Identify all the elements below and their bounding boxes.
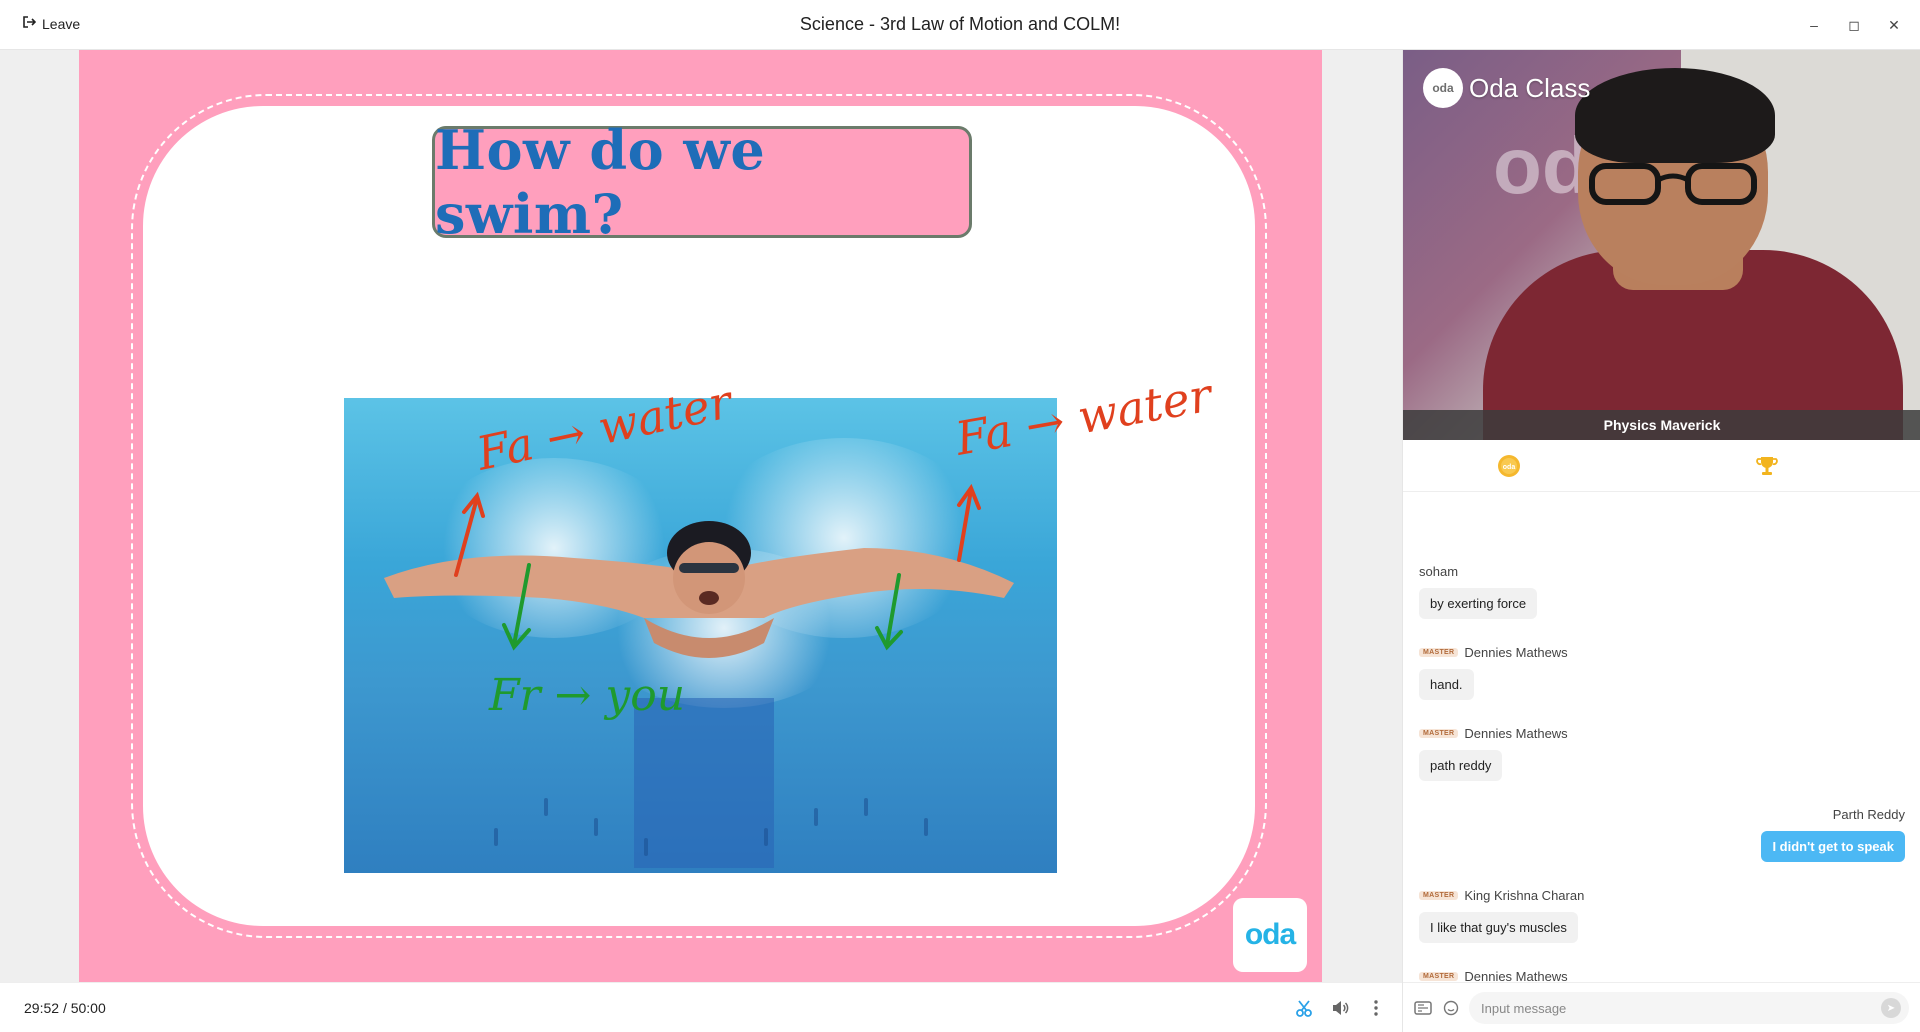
timer-separator: / xyxy=(62,1000,67,1016)
timer-total: 50:00 xyxy=(70,1000,106,1016)
oda-logo-mark: oda xyxy=(1423,68,1463,108)
trophy-icon[interactable] xyxy=(1753,452,1781,480)
video-logo: oda Oda Class xyxy=(1423,68,1590,108)
send-icon: ➤ xyxy=(1886,1002,1896,1014)
oda-badge-text: oda xyxy=(1244,918,1296,951)
session-timer: 29:52 / 50:00 xyxy=(24,1000,106,1016)
message-bubble: I like that guy's muscles xyxy=(1419,912,1578,943)
coin-icon[interactable]: oda xyxy=(1495,452,1523,480)
svg-text:oda: oda xyxy=(1503,464,1516,471)
message-author: Parth Reddy xyxy=(1832,806,1905,822)
close-button[interactable]: ✕ xyxy=(1874,12,1914,38)
timer-current: 29:52 xyxy=(24,1000,60,1016)
oda-badge: oda xyxy=(1233,898,1307,972)
chat-list: soham by exerting force MASTER Dennies Ma… xyxy=(1403,492,1920,982)
maximize-button[interactable]: ◻ xyxy=(1834,12,1874,38)
video-logo-text: Oda Class xyxy=(1469,72,1591,103)
presenter-name-bar: Physics Maverick xyxy=(1403,410,1920,440)
chat-message: MASTER Dennies Mathews path reddy xyxy=(1419,724,1568,781)
slide-title: How do we swim? xyxy=(435,118,766,246)
message-input[interactable] xyxy=(1481,998,1871,1018)
send-button[interactable]: ➤ xyxy=(1881,998,1901,1018)
swimmer-photo xyxy=(344,398,1057,873)
message-author: soham xyxy=(1419,563,1459,579)
chat-message: MASTER Dennies Mathews hand. xyxy=(1419,643,1568,700)
chat-message: soham by exerting force xyxy=(1419,562,1538,619)
master-badge: MASTER xyxy=(1419,728,1459,738)
window-title: Science - 3rd Law of Motion and COLM! xyxy=(799,14,1121,34)
message-bubble: by exerting force xyxy=(1419,588,1538,619)
chat-message: MASTERDennies Mathews K xyxy=(1419,967,1568,982)
minimize-button[interactable]: – xyxy=(1794,12,1834,38)
presenter-name: Physics Maverick xyxy=(1603,417,1721,433)
slide-title-box: How do we swim? xyxy=(432,118,972,246)
message-author: Dennies Mathews xyxy=(1464,968,1568,983)
master-badge: MASTER xyxy=(1419,890,1459,900)
panel-tabs: oda xyxy=(1403,440,1920,492)
presenter-video: oda oda Oda Class Physics Maverick xyxy=(1403,50,1920,440)
chat-composer: ➤ xyxy=(1403,982,1920,1032)
presentation-stage: How do we swim? Fa → water Fa → water Fr… xyxy=(0,50,1402,982)
slide: How do we swim? Fa → water Fa → water Fr… xyxy=(79,50,1322,982)
emoji-icon[interactable] xyxy=(1441,998,1461,1018)
volume-icon[interactable] xyxy=(1328,996,1352,1020)
message-bubble: path reddy xyxy=(1419,750,1503,781)
message-author: Dennies Mathews xyxy=(1464,644,1568,660)
title-bar: Leave Science - 3rd Law of Motion and CO… xyxy=(0,0,1920,50)
message-input-wrapper: ➤ xyxy=(1469,992,1909,1024)
chat-message-self: Parth Reddy I didn't get to speak xyxy=(1761,805,1905,862)
side-panel: oda oda Oda Class Physics Maverick oda s… xyxy=(1402,50,1920,1032)
image-upload-icon[interactable] xyxy=(1413,998,1433,1018)
message-author: King Krishna Charan xyxy=(1464,887,1585,903)
message-bubble: hand. xyxy=(1419,669,1474,700)
scissors-icon[interactable] xyxy=(1292,996,1316,1020)
message-bubble: I didn't get to speak xyxy=(1761,831,1905,862)
playback-bar: 29:52 / 50:00 xyxy=(0,982,1402,1032)
master-badge: MASTER xyxy=(1419,647,1459,657)
chat-message: MASTER King Krishna Charan I like that gu… xyxy=(1419,886,1584,943)
message-author: Dennies Mathews xyxy=(1464,725,1568,741)
master-badge: MASTER xyxy=(1419,971,1459,981)
more-options-icon[interactable] xyxy=(1364,996,1388,1020)
